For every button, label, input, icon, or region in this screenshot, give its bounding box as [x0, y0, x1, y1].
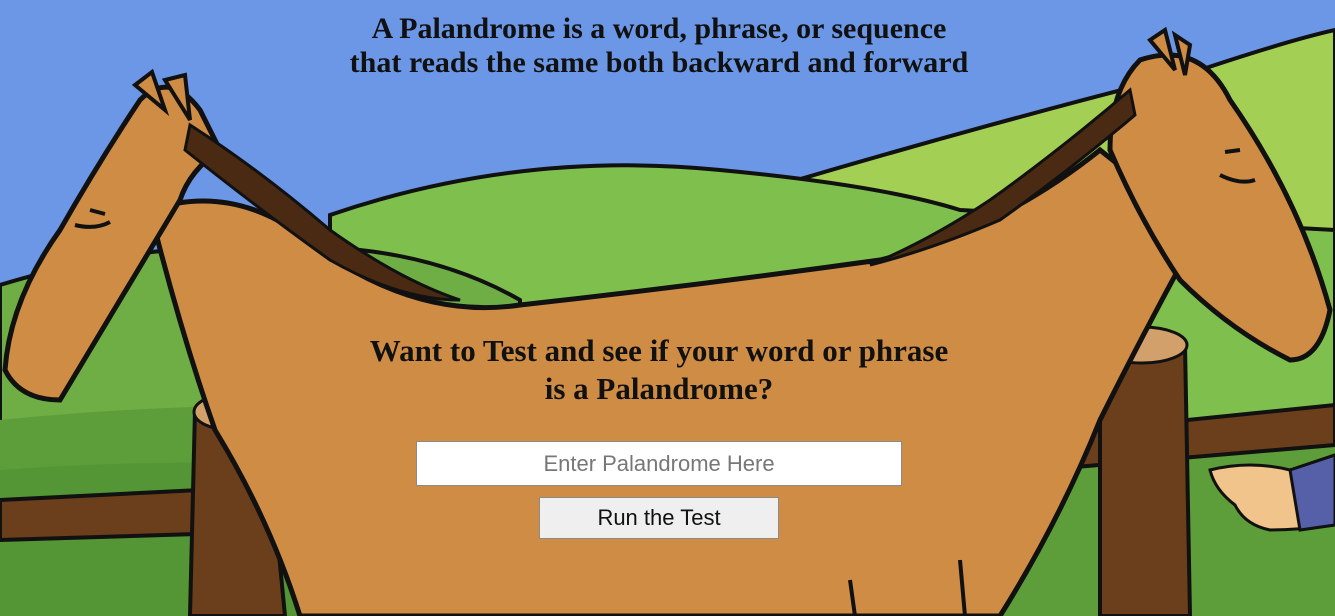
test-prompt-line-2: is a Palandrome? [544, 371, 774, 406]
page-title-line-2: that reads the same both backward and fo… [349, 46, 969, 79]
palindrome-input[interactable] [416, 441, 902, 486]
run-test-button[interactable]: Run the Test [539, 497, 779, 539]
test-prompt-heading: Want to Test and see if your word or phr… [0, 332, 1318, 408]
page-title-line-1: A Palandrome is a word, phrase, or seque… [371, 12, 947, 45]
page-title: A Palandrome is a word, phrase, or seque… [0, 12, 1318, 80]
test-prompt-line-1: Want to Test and see if your word or phr… [369, 333, 949, 368]
